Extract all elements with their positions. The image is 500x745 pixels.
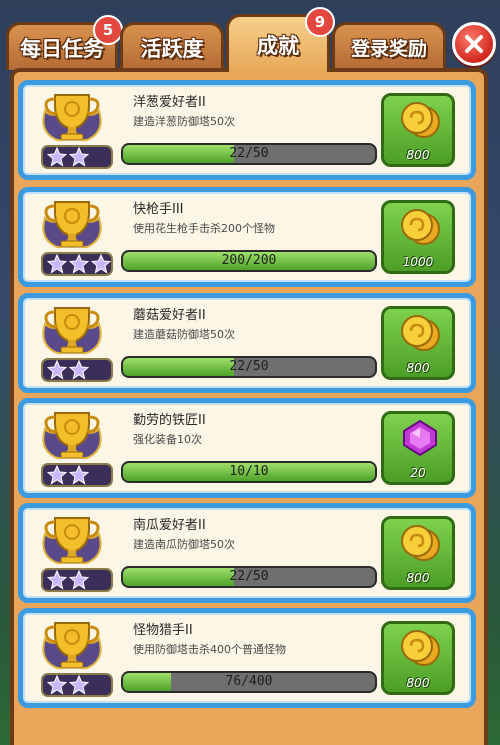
reward-amount: 800 (406, 148, 430, 162)
star-icon (47, 360, 67, 380)
progress-text: 22/50 (229, 359, 269, 374)
achievement-card: 南瓜爱好者II 建造南瓜防御塔50次 22/50 800 (18, 503, 476, 603)
achievement-title: 勤劳的铁匠II (133, 413, 206, 428)
tab-achievements[interactable]: 成就 9 (226, 7, 335, 72)
reward-amount: 1000 (402, 255, 434, 269)
achievement-card: 怪物猎手II 使用防御塔击杀400个普通怪物 76/400 800 (18, 608, 476, 708)
tab-activity[interactable]: 活跃度 (120, 22, 224, 70)
coin-icon (401, 630, 440, 666)
progress-bar: 22/50 (121, 356, 377, 378)
coin-icon (401, 102, 440, 138)
achievement-description: 使用花生枪手击杀200个怪物 (133, 222, 275, 235)
achievement-description: 建造南瓜防御塔50次 (133, 538, 235, 551)
trophy-icon (37, 409, 115, 491)
star-icon (91, 254, 111, 274)
achievement-description: 强化装备10次 (133, 433, 202, 446)
trophy-icon (37, 619, 115, 701)
claim-reward-button[interactable]: 1000 (381, 200, 455, 274)
achievement-title: 南瓜爱好者II (133, 518, 206, 533)
progress-bar: 22/50 (121, 143, 377, 165)
star-icon (69, 465, 89, 485)
notification-badge: 9 (305, 7, 335, 37)
coin-icon (401, 209, 440, 245)
star-icon (69, 147, 89, 167)
star-icon (47, 570, 67, 590)
achievement-title: 快枪手III (133, 202, 184, 217)
trophy-icon (37, 514, 115, 596)
star-rating (41, 673, 113, 697)
achievement-card: 勤劳的铁匠II 强化装备10次 10/10 20 (18, 398, 476, 498)
trophy-icon (37, 91, 115, 173)
trophy-icon (37, 304, 115, 386)
achievement-card: 蘑菇爱好者II 建造蘑菇防御塔50次 22/50 800 (18, 293, 476, 393)
achievement-description: 建造蘑菇防御塔50次 (133, 328, 235, 341)
progress-bar: 22/50 (121, 566, 377, 588)
achievement-card: 洋葱爱好者II 建造洋葱防御塔50次 22/50 800 (18, 80, 476, 180)
claim-reward-button[interactable]: 800 (381, 93, 455, 167)
coin-icon (401, 525, 440, 561)
close-icon (465, 35, 483, 53)
claim-reward-button[interactable]: 800 (381, 306, 455, 380)
reward-amount: 20 (410, 466, 426, 480)
achievement-title: 蘑菇爱好者II (133, 308, 206, 323)
tab-label: 活跃度 (140, 36, 204, 61)
achievement-title: 怪物猎手II (133, 623, 193, 638)
tab-daily-tasks[interactable]: 每日任务 5 (6, 15, 123, 70)
star-rating (41, 568, 113, 592)
achievement-card: 快枪手III 使用花生枪手击杀200个怪物 200/200 1000 (18, 187, 476, 287)
progress-bar: 76/400 (121, 671, 377, 693)
progress-bar: 10/10 (121, 461, 377, 483)
progress-text: 22/50 (229, 146, 269, 161)
notification-badge: 5 (93, 15, 123, 45)
achievement-description: 建造洋葱防御塔50次 (133, 115, 235, 128)
star-rating (41, 145, 113, 169)
tab-label: 登录奖励 (350, 38, 427, 60)
achievement-description: 使用防御塔击杀400个普通怪物 (133, 643, 286, 656)
trophy-icon (37, 198, 115, 280)
star-rating (41, 463, 113, 487)
star-rating (41, 358, 113, 382)
reward-amount: 800 (406, 361, 430, 375)
claim-reward-button[interactable]: 800 (381, 621, 455, 695)
star-icon (69, 675, 89, 695)
progress-text: 22/50 (229, 569, 269, 584)
tab-login-rewards[interactable]: 登录奖励 (332, 22, 446, 70)
achievement-title: 洋葱爱好者II (133, 95, 206, 110)
progress-text: 10/10 (229, 464, 269, 479)
star-icon (47, 254, 67, 274)
star-icon (47, 465, 67, 485)
progress-bar: 200/200 (121, 250, 377, 272)
gem-icon (403, 419, 437, 457)
star-icon (69, 570, 89, 590)
star-icon (69, 254, 89, 274)
progress-text: 76/400 (225, 674, 273, 689)
star-icon (47, 147, 67, 167)
star-rating (41, 252, 113, 276)
reward-amount: 800 (406, 676, 430, 690)
reward-amount: 800 (406, 571, 430, 585)
progress-text: 200/200 (221, 253, 277, 268)
star-icon (69, 360, 89, 380)
tab-label: 成就 (257, 33, 299, 58)
star-icon (47, 675, 67, 695)
claim-reward-button[interactable]: 20 (381, 411, 455, 485)
close-button[interactable] (452, 22, 496, 66)
coin-icon (401, 315, 440, 351)
claim-reward-button[interactable]: 800 (381, 516, 455, 590)
tab-label: 每日任务 (20, 36, 104, 61)
